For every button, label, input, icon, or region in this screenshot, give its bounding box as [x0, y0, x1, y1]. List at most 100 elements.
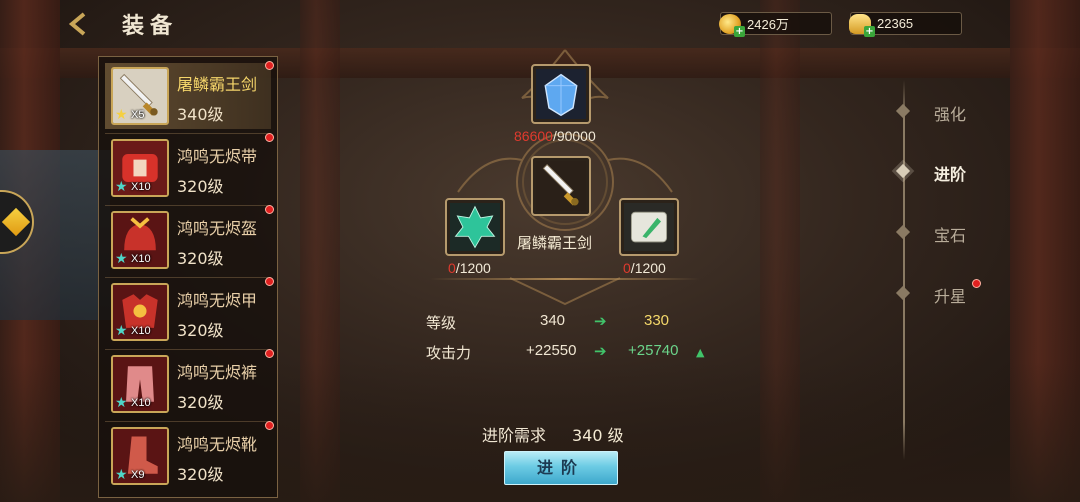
list-item-equipment[interactable]: ★ X10 鸿鸣无烬盔 320级 [105, 207, 271, 273]
progress-required: 1200 [459, 260, 491, 276]
gold-coin-icon: + [719, 13, 745, 37]
top-material-progress: 86600/90000 [514, 128, 596, 144]
back-button[interactable] [64, 10, 94, 40]
sword-icon: ★ X5 [111, 67, 169, 125]
list-item-equipment[interactable]: ★ X10 鸿鸣无烬甲 320级 [105, 279, 271, 345]
top-material-slot[interactable] [531, 64, 591, 124]
diamond-icon [895, 285, 911, 301]
item-name: 鸿鸣无烬带 [177, 147, 258, 166]
list-item-equipment[interactable]: ★ X10 鸿鸣无烬带 320级 [105, 135, 271, 201]
diamond-icon [895, 163, 911, 179]
stat-label: 攻击力 [426, 344, 472, 362]
item-level: 320级 [177, 393, 224, 412]
item-name: 鸿鸣无烬盔 [177, 219, 258, 238]
page-title: 装备 [122, 13, 179, 39]
green-gem-icon [450, 203, 500, 252]
item-name: 鸿鸣无烬靴 [177, 435, 258, 454]
add-icon: + [864, 25, 875, 37]
tab-label: 宝石 [934, 226, 967, 245]
item-name: 鸿鸣无烬甲 [177, 291, 258, 310]
star-icon: ★ [115, 179, 128, 195]
item-level: 320级 [177, 177, 224, 196]
tab-label: 升星 [934, 287, 967, 306]
progress-current: 0 [623, 260, 631, 276]
divider [105, 277, 271, 278]
currency-ingot[interactable]: + 22365 [849, 12, 962, 37]
tab-advance[interactable]: 进阶 [892, 159, 1002, 185]
equipment-list: ★ X5 屠鳞霸王剑 340级 ★ X10 鸿鸣无烬带 320级 ★ X10 鸿… [98, 56, 278, 498]
currency-gold-value: 2426万 [747, 17, 789, 32]
stat-to: 330 [644, 312, 670, 329]
item-count: X10 [131, 325, 151, 337]
item-count: X10 [131, 253, 151, 265]
item-count: X10 [131, 181, 151, 193]
notification-dot [265, 205, 274, 214]
divider [105, 205, 271, 206]
currency-gold[interactable]: + 2426万 [719, 12, 832, 37]
boots-icon: ★ X9 [111, 427, 169, 485]
notification-dot [265, 133, 274, 142]
right-material-progress: 0/1200 [623, 260, 666, 276]
notification-dot [265, 421, 274, 430]
badge-icon [1, 207, 31, 237]
helmet-icon: ★ X10 [111, 211, 169, 269]
blue-crystal-icon [536, 69, 586, 119]
item-count: X5 [131, 109, 145, 121]
tab-star-up[interactable]: 升星 [892, 279, 1002, 307]
stat-label: 等级 [426, 314, 457, 332]
star-icon: ★ [115, 323, 128, 339]
arrow-right-icon: ➔ [594, 312, 607, 330]
item-name: 屠鳞霸王剑 [177, 75, 258, 94]
tab-rail [903, 80, 905, 460]
advance-button[interactable]: 进阶 [504, 451, 618, 485]
belt-icon: ★ X10 [111, 139, 169, 197]
left-material-progress: 0/1200 [448, 260, 491, 276]
arrow-up-icon: ▲ [696, 346, 705, 359]
arrow-right-icon: ➔ [594, 342, 607, 360]
notification-dot [265, 349, 274, 358]
chevron-left-icon [68, 12, 86, 36]
item-count: X10 [131, 397, 151, 409]
stat-to: +25740 [628, 342, 679, 359]
right-material-slot[interactable] [619, 198, 679, 256]
section-divider [430, 278, 700, 280]
gold-ingot-icon: + [849, 13, 875, 37]
star-icon: ★ [115, 251, 128, 267]
progress-current: 86600 [514, 128, 553, 144]
stat-from: 340 [540, 312, 566, 329]
stat-row-attack: 攻击力 +22550 ➔ +25740 ▲ [426, 342, 726, 364]
list-item-equipment[interactable]: ★ X5 屠鳞霸王剑 340级 [105, 63, 271, 129]
item-level: 320级 [177, 249, 224, 268]
item-count: X9 [131, 469, 145, 481]
star-icon: ★ [115, 467, 128, 483]
stat-row-level: 等级 340 ➔ 330 [426, 312, 726, 334]
divider [105, 349, 271, 350]
notification-dot [265, 277, 274, 286]
sword-icon [536, 161, 586, 211]
progress-required: 90000 [556, 128, 596, 144]
center-item-slot[interactable] [531, 156, 591, 216]
star-icon: ★ [115, 395, 128, 411]
armor-icon: ★ X10 [111, 283, 169, 341]
tab-gem[interactable]: 宝石 [892, 220, 1002, 246]
item-level: 340级 [177, 105, 224, 124]
divider [105, 421, 271, 422]
item-name: 鸿鸣无烬裤 [177, 363, 258, 382]
requirement-value: 340 级 [572, 426, 624, 445]
star-icon: ★ [115, 107, 128, 123]
scroll-icon [624, 203, 674, 252]
add-icon: + [734, 25, 745, 37]
stat-from: +22550 [526, 342, 577, 359]
tab-label: 进阶 [934, 165, 967, 184]
currency-ingot-value: 22365 [877, 16, 914, 31]
item-level: 320级 [177, 321, 224, 340]
requirement-label: 进阶需求 [482, 426, 547, 445]
notification-dot [265, 61, 274, 70]
diamond-icon [895, 103, 911, 119]
progress-required: 1200 [634, 260, 666, 276]
divider [105, 133, 271, 134]
left-material-slot[interactable] [445, 198, 505, 256]
list-item-equipment[interactable]: ★ X10 鸿鸣无烬裤 320级 [105, 351, 271, 417]
tab-enhance[interactable]: 强化 [892, 99, 1002, 125]
list-item-equipment[interactable]: ★ X9 鸿鸣无烬靴 320级 [105, 423, 271, 489]
